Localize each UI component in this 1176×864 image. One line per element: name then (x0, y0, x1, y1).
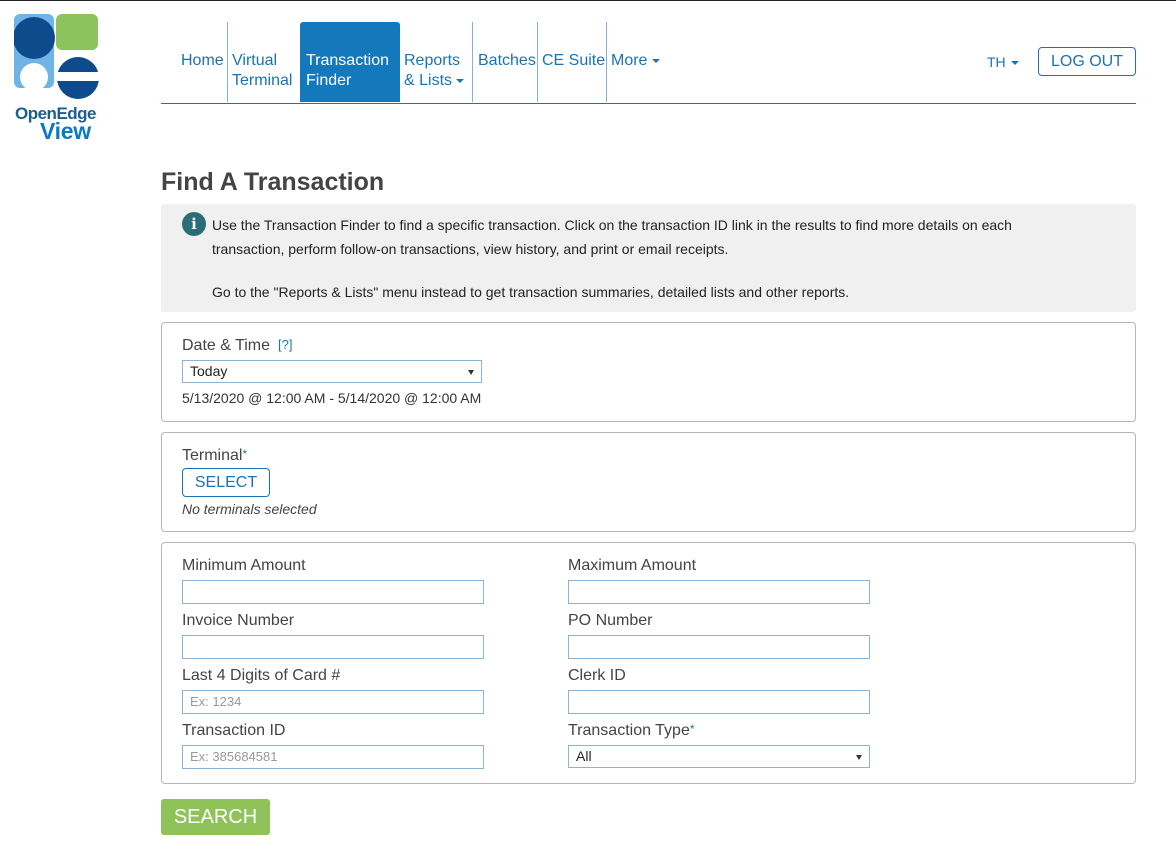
nav-batches[interactable]: Batches (478, 22, 536, 102)
nav-more[interactable]: More (611, 22, 661, 102)
nav-home-label: Home (181, 52, 224, 69)
date-range-selected: Today (190, 363, 228, 379)
chevron-down-icon (1010, 61, 1019, 66)
last4-input[interactable]: Ex: 1234 (182, 690, 484, 714)
nav-divider (606, 22, 607, 102)
nav-divider (537, 22, 538, 102)
nav-transaction-finder[interactable]: Transaction Finder (300, 22, 400, 102)
select-terminal-button[interactable]: SELECT (182, 468, 270, 497)
nav-virtual-terminal[interactable]: Virtual Terminal (232, 22, 298, 102)
min-amount-input[interactable] (182, 580, 484, 604)
openedge-logo-mark (13, 14, 101, 99)
clerk-id-label: Clerk ID (568, 667, 626, 684)
max-amount-label: Maximum Amount (568, 557, 697, 574)
required-mark: * (689, 722, 695, 736)
filters-panel: Minimum Amount Maximum Amount Invoice Nu… (161, 542, 1136, 784)
nav-virtual-terminal-label: Virtual Terminal (232, 52, 293, 89)
date-range-select[interactable]: Today (182, 360, 482, 383)
chevron-down-icon (456, 78, 465, 83)
date-range-text: 5/13/2020 @ 12:00 AM - 5/14/2020 @ 12:00… (182, 390, 482, 406)
max-amount-input[interactable] (568, 580, 870, 604)
terminal-panel: Terminal* SELECT No terminals selected (161, 432, 1136, 532)
nav-ce-suite[interactable]: CE Suite (542, 22, 605, 102)
po-number-input[interactable] (568, 635, 870, 659)
clerk-id-input[interactable] (568, 690, 870, 714)
nav-divider (227, 22, 228, 102)
search-button[interactable]: SEARCH (161, 799, 270, 835)
date-time-label: Date & Time [?] (182, 337, 293, 355)
logo-text-view: View (40, 118, 91, 144)
nav-reports-lists[interactable]: Reports & Lists (404, 22, 470, 102)
user-menu[interactable]: TH (987, 54, 1019, 70)
chevron-down-icon (652, 58, 661, 63)
info-icon: i (182, 212, 206, 236)
nav-batches-label: Batches (478, 52, 536, 69)
last4-label: Last 4 Digits of Card # (182, 667, 341, 684)
nav-more-label: More (611, 52, 648, 69)
dropdown-arrow-icon (856, 755, 862, 760)
info-text-1: Use the Transaction Finder to find a spe… (212, 217, 1012, 257)
min-amount-label: Minimum Amount (182, 557, 306, 574)
invoice-number-input[interactable] (182, 635, 484, 659)
required-mark: * (242, 447, 248, 461)
info-text-2: Go to the "Reports & Lists" menu instead… (212, 284, 850, 300)
nav-transaction-finder-label: Transaction Finder (306, 52, 389, 89)
date-time-panel: Date & Time [?] Today 5/13/2020 @ 12:00 A… (161, 322, 1136, 422)
date-time-label-text: Date & Time (182, 337, 271, 354)
info-box: i Use the Transaction Finder to find a s… (161, 204, 1136, 312)
date-time-help-link[interactable]: [?] (278, 337, 292, 352)
nav-divider (472, 22, 473, 102)
transaction-id-label: Transaction ID (182, 722, 286, 739)
transaction-id-input[interactable]: Ex: 385684581 (182, 745, 484, 769)
page-title: Find A Transaction (161, 168, 385, 196)
logout-button[interactable]: LOG OUT (1038, 47, 1136, 76)
transaction-type-label-text: Transaction Type (568, 722, 690, 739)
main-nav: Home Virtual Terminal Transaction Finder… (161, 22, 1136, 104)
user-initials: TH (987, 54, 1006, 70)
openedge-view-logo[interactable]: OpenEdge View (13, 14, 101, 144)
invoice-number-label: Invoice Number (182, 612, 295, 629)
transaction-type-label: Transaction Type* (568, 722, 695, 740)
terminal-label-text: Terminal (182, 447, 243, 464)
transaction-type-selected: All (576, 748, 592, 764)
terminal-label: Terminal* (182, 447, 247, 465)
nav-reports-lists-label: Reports & Lists (404, 52, 461, 89)
transaction-type-select[interactable]: All (568, 745, 870, 768)
po-number-label: PO Number (568, 612, 653, 629)
top-border (0, 0, 1176, 1)
nav-home[interactable]: Home (181, 22, 224, 102)
terminal-status: No terminals selected (182, 501, 317, 517)
nav-ce-suite-label: CE Suite (542, 52, 606, 69)
dropdown-arrow-icon (468, 370, 474, 375)
